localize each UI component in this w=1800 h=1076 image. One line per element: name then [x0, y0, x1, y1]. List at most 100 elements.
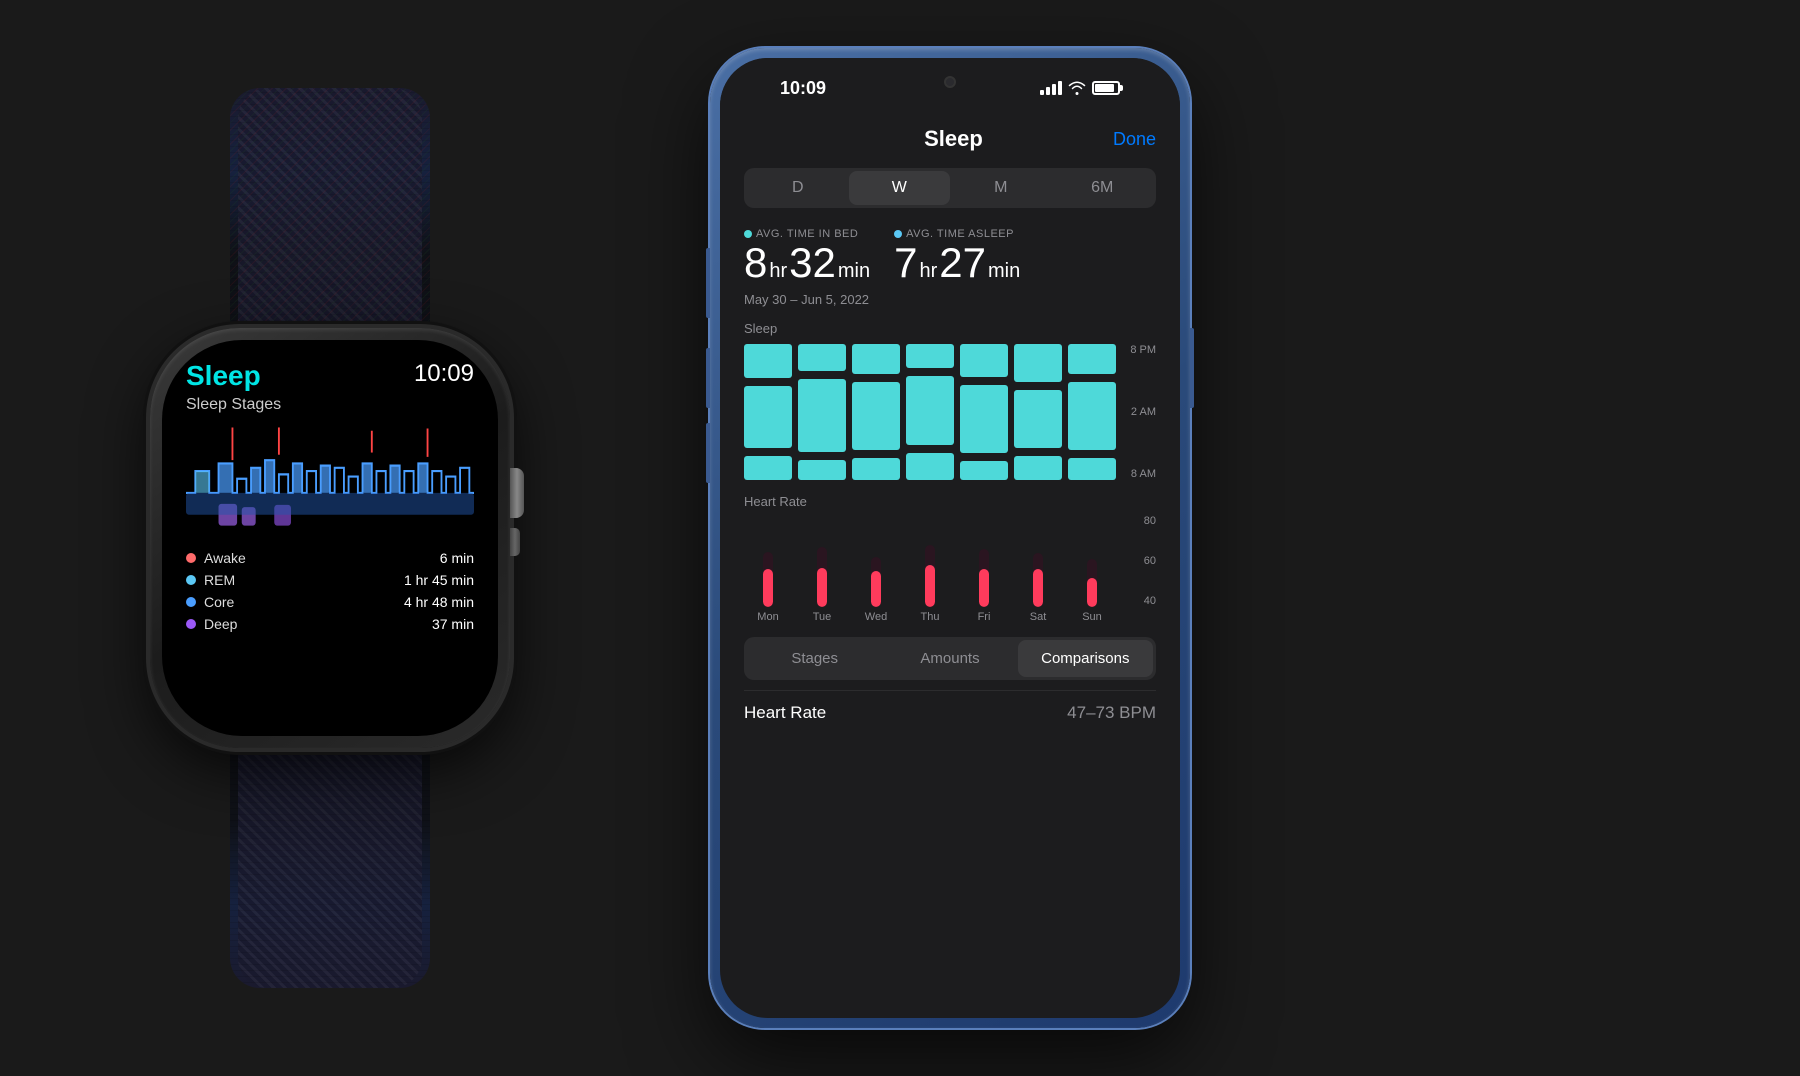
hr-label-sat: Sat	[1030, 611, 1047, 623]
segment-m[interactable]: M	[950, 171, 1052, 205]
status-time: 10:09	[780, 78, 826, 99]
asleep-min-unit: min	[988, 260, 1020, 283]
sleep-bars-area	[744, 342, 1116, 482]
avg-asleep-value: 7 hr 27 min	[894, 242, 1020, 284]
sleep-y-8pm: 8 PM	[1116, 344, 1156, 356]
hr-chart-container: Mon Tue	[744, 515, 1156, 625]
apple-watch: Sleep 10:09 Sleep Stages	[50, 88, 610, 988]
hr-bar-thu: Thu	[906, 545, 954, 607]
deep-dot	[186, 619, 196, 629]
hr-bar-wed: Wed	[852, 557, 900, 607]
sleep-chart-section: Sleep	[744, 321, 1156, 482]
navigation-bar: Sleep Done	[744, 118, 1156, 168]
page-title: Sleep	[924, 126, 983, 152]
signal-bar-4	[1058, 81, 1062, 95]
sleep-bar-sun	[1068, 344, 1116, 480]
watch-case: Sleep 10:09 Sleep Stages	[150, 328, 510, 748]
avg-time-asleep-block: AVG. TIME ASLEEP 7 hr 27 min	[894, 228, 1020, 284]
core-label: Core	[204, 594, 234, 610]
sleep-y-2am: 2 AM	[1116, 406, 1156, 418]
tab-comparisons[interactable]: Comparisons	[1018, 640, 1153, 677]
tab-amounts[interactable]: Amounts	[882, 640, 1017, 677]
heart-rate-row-value: 47–73 BPM	[1067, 703, 1156, 723]
heart-rate-chart-section: Heart Rate Mon	[744, 494, 1156, 625]
rem-dot	[186, 575, 196, 585]
watch-crown[interactable]	[510, 468, 524, 518]
rem-value: 1 hr 45 min	[404, 572, 474, 588]
watch-band-bottom	[230, 708, 430, 988]
hr-label-wed: Wed	[865, 611, 887, 623]
view-mode-tabs[interactable]: Stages Amounts Comparisons	[744, 637, 1156, 680]
bed-minutes: 32	[789, 242, 836, 284]
legend-rem: REM 1 hr 45 min	[186, 572, 474, 588]
hr-bar-fri: Fri	[960, 549, 1008, 607]
phone-app-content: Sleep Done D W M 6M	[720, 118, 1180, 1018]
phone-screen: 10:09	[720, 58, 1180, 1018]
asleep-hr-unit: hr	[919, 260, 937, 283]
watch-clock-time: 10:09	[414, 360, 474, 388]
phone-front-camera	[944, 76, 956, 88]
signal-bar-3	[1052, 84, 1056, 95]
bed-hr-unit: hr	[769, 260, 787, 283]
watch-sleep-legend: Awake 6 min REM 1 hr 45 min	[186, 550, 474, 632]
signal-icon	[1040, 81, 1062, 95]
awake-label: Awake	[204, 550, 246, 566]
watch-header: Sleep 10:09	[186, 360, 474, 392]
awake-value: 6 min	[440, 550, 474, 566]
phone-vol-down-button[interactable]	[706, 423, 710, 483]
phone-vol-up-button[interactable]	[706, 348, 710, 408]
battery-fill	[1095, 84, 1114, 92]
hr-label-sun: Sun	[1082, 611, 1102, 623]
awake-dot	[186, 553, 196, 563]
signal-bar-1	[1040, 90, 1044, 95]
hr-bars-area: Mon Tue	[744, 515, 1116, 625]
wifi-icon	[1068, 81, 1086, 95]
asleep-indicator-dot	[894, 230, 902, 238]
deep-value: 37 min	[432, 616, 474, 632]
hr-bar-sat: Sat	[1014, 553, 1062, 607]
status-icons	[1040, 81, 1120, 95]
iphone: 10:09	[690, 28, 1210, 1048]
segment-6m[interactable]: 6M	[1052, 171, 1154, 205]
main-scene: Sleep 10:09 Sleep Stages	[50, 28, 1750, 1048]
watch-sleep-chart	[186, 422, 474, 542]
rem-label: REM	[204, 572, 235, 588]
sleep-chart-container: 8 PM 2 AM 8 AM	[744, 342, 1156, 482]
watch-side-button[interactable]	[510, 528, 520, 556]
asleep-hours: 7	[894, 242, 917, 284]
bed-hours: 8	[744, 242, 767, 284]
segment-d[interactable]: D	[747, 171, 849, 205]
sleep-bar-wed	[852, 344, 900, 480]
phone-power-button[interactable]	[1190, 328, 1194, 408]
avg-time-in-bed-block: AVG. TIME IN BED 8 hr 32 min	[744, 228, 870, 284]
tab-stages[interactable]: Stages	[747, 640, 882, 677]
hr-label-tue: Tue	[813, 611, 832, 623]
signal-bar-2	[1046, 87, 1050, 95]
battery-icon	[1092, 81, 1120, 95]
hr-y-60: 60	[1116, 555, 1156, 567]
phone-case: 10:09	[710, 48, 1190, 1028]
hr-bar-sun: Sun	[1068, 559, 1116, 607]
sleep-chart-label: Sleep	[744, 321, 1156, 336]
hr-label-fri: Fri	[978, 611, 991, 623]
watch-screen: Sleep 10:09 Sleep Stages	[162, 340, 498, 736]
watch-screen-subtitle: Sleep Stages	[186, 396, 474, 414]
hr-y-axis: 80 60 40	[1116, 515, 1156, 625]
core-value: 4 hr 48 min	[404, 594, 474, 610]
time-period-selector[interactable]: D W M 6M	[744, 168, 1156, 208]
segment-w[interactable]: W	[849, 171, 951, 205]
hr-label-mon: Mon	[757, 611, 778, 623]
bed-min-unit: min	[838, 260, 870, 283]
avg-bed-value: 8 hr 32 min	[744, 242, 870, 284]
deep-label: Deep	[204, 616, 237, 632]
date-range-label: May 30 – Jun 5, 2022	[744, 292, 1156, 307]
hr-y-80: 80	[1116, 515, 1156, 527]
heart-rate-row-label: Heart Rate	[744, 703, 826, 723]
hr-chart-label: Heart Rate	[744, 494, 1156, 509]
done-button[interactable]: Done	[1113, 129, 1156, 150]
hr-label-thu: Thu	[921, 611, 940, 623]
watch-app-title: Sleep	[186, 360, 261, 392]
asleep-minutes: 27	[939, 242, 986, 284]
phone-silent-switch[interactable]	[706, 248, 710, 318]
core-dot	[186, 597, 196, 607]
